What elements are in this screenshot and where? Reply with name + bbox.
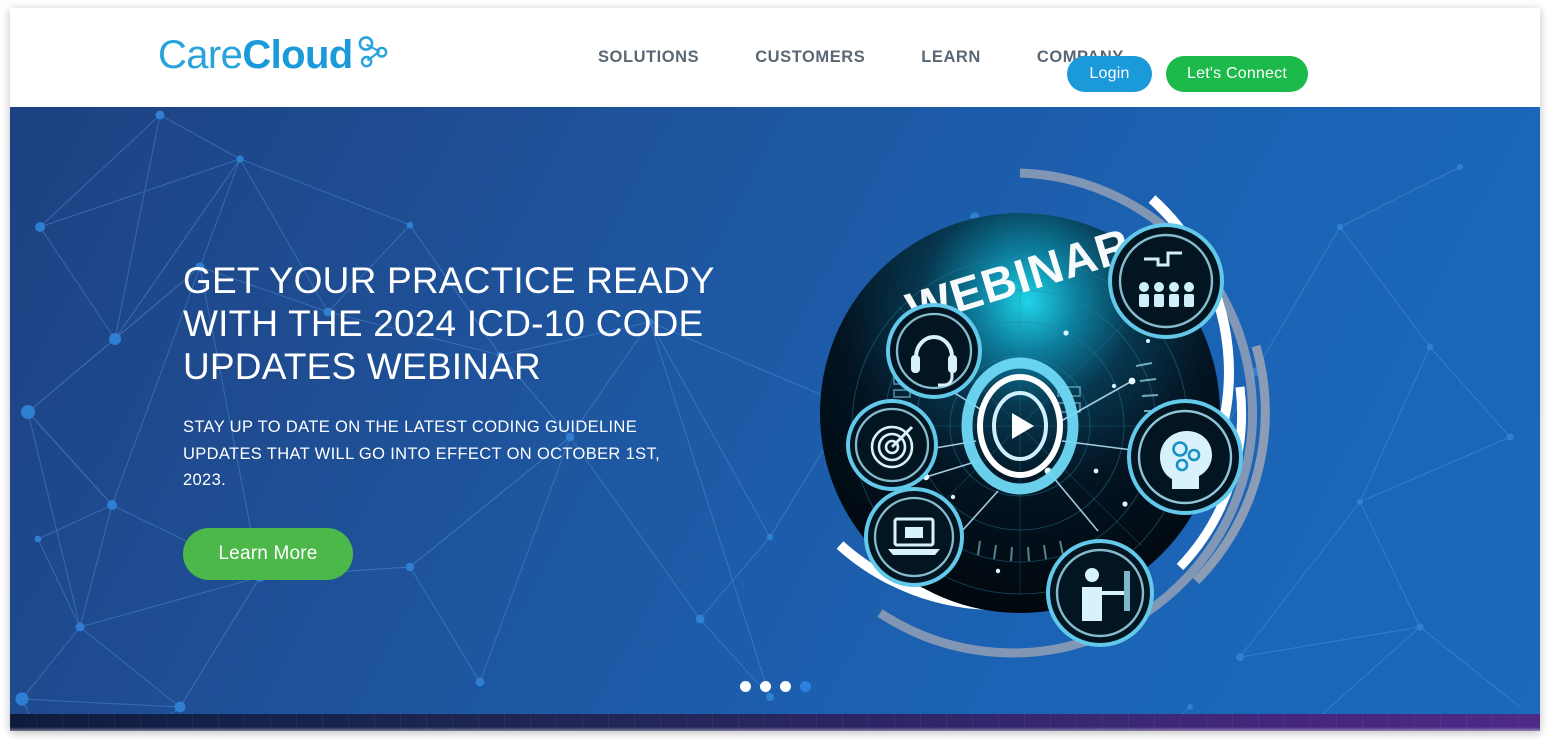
- audience-group-icon: [1108, 223, 1224, 339]
- login-button[interactable]: Login: [1067, 56, 1152, 92]
- headset-icon: [886, 303, 982, 399]
- nav-item-customers[interactable]: CUSTOMERS: [727, 8, 893, 107]
- site-header: CareCloud SOLUTIONS CUSTOMERS LEARN COMP…: [10, 8, 1540, 107]
- header-actions: Login Let's Connect: [1067, 56, 1308, 92]
- network-nodes-icon: [354, 33, 394, 78]
- carousel-pagination: [10, 681, 1540, 692]
- next-section-preview: [10, 714, 1540, 731]
- hero-copy-block: GET YOUR PRACTICE READY WITH THE 2024 IC…: [183, 259, 723, 580]
- webinar-hub-graphic: WEBINAR: [748, 141, 1293, 686]
- lets-connect-button[interactable]: Let's Connect: [1166, 56, 1308, 92]
- hero-headline: GET YOUR PRACTICE READY WITH THE 2024 IC…: [183, 260, 714, 387]
- nav-item-learn[interactable]: LEARN: [893, 8, 1009, 107]
- carousel-dot-1[interactable]: [739, 681, 751, 692]
- carousel-dot-3[interactable]: [779, 681, 791, 692]
- brand-wordmark: CareCloud: [158, 32, 353, 78]
- careclouds-logo[interactable]: CareCloud: [158, 32, 394, 84]
- nav-item-solutions[interactable]: SOLUTIONS: [570, 8, 727, 107]
- main-navigation: SOLUTIONS CUSTOMERS LEARN COMPANY: [570, 8, 1152, 107]
- carousel-dot-2[interactable]: [759, 681, 771, 692]
- brand-name-light: Care: [158, 33, 243, 77]
- learn-more-button[interactable]: Learn More: [183, 527, 353, 580]
- brain-gears-head-icon: [1127, 399, 1243, 515]
- hero-subheadline: STAY UP TO DATE ON THE LATEST CODING GUI…: [183, 418, 661, 489]
- carousel-dot-4[interactable]: [799, 681, 811, 692]
- hero-carousel-slide: GET YOUR PRACTICE READY WITH THE 2024 IC…: [10, 107, 1540, 714]
- page-root: CareCloud SOLUTIONS CUSTOMERS LEARN COMP…: [0, 0, 1550, 739]
- laptop-screen-icon: [864, 487, 964, 587]
- target-spiral-icon: [846, 399, 938, 491]
- person-presenting-icon: [1046, 539, 1154, 647]
- brand-name-bold: Cloud: [242, 33, 353, 77]
- browser-viewport: CareCloud SOLUTIONS CUSTOMERS LEARN COMP…: [10, 8, 1540, 731]
